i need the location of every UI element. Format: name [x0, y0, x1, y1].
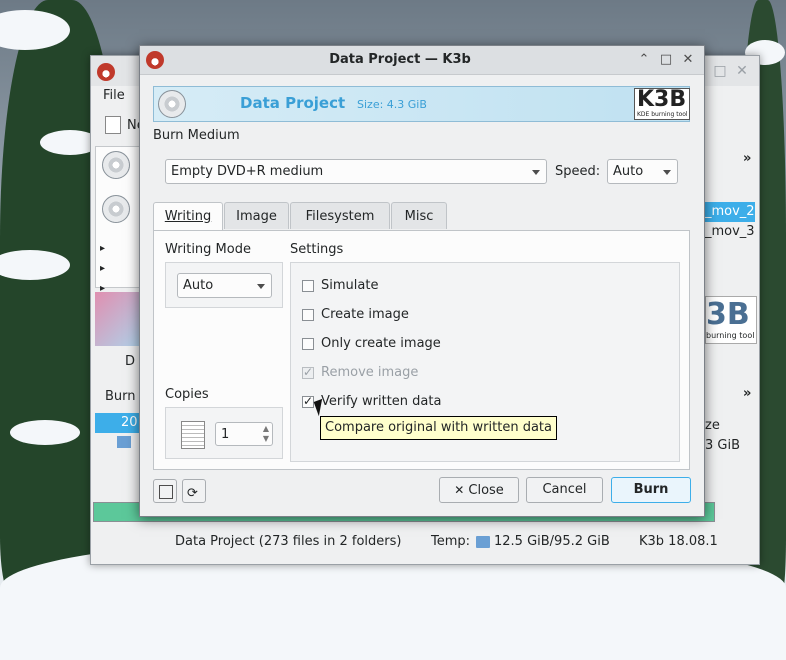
close-icon[interactable]: ✕	[735, 64, 749, 78]
writing-mode-combo[interactable]: Auto	[177, 273, 272, 298]
tab-image[interactable]: Image	[224, 202, 289, 229]
expand-arrow-icon[interactable]: ▸	[100, 263, 105, 274]
copies-value: 1	[221, 427, 230, 442]
option-only-create-image[interactable]: Only create image	[302, 335, 662, 355]
load-settings-button[interactable]: ⟳	[182, 479, 206, 503]
expand-arrow-icon[interactable]: ▸	[100, 243, 105, 254]
save-settings-button[interactable]	[153, 479, 177, 503]
folder-icon	[117, 436, 131, 448]
cancel-button[interactable]: Cancel	[526, 477, 603, 503]
close-icon[interactable]: ✕	[680, 52, 696, 68]
writing-mode-value: Auto	[183, 278, 214, 293]
k3b-banner-logo: K3B KDE burning tool	[634, 87, 690, 120]
k3b-logo: 3B burning tool	[705, 296, 757, 344]
copies-spinbox[interactable]: 1 ▲ ▼	[215, 422, 273, 446]
data-project-dialog: Data Project — K3b ⌃ □ ✕ Data Project Si…	[139, 45, 705, 517]
file-row-label: _mov_2	[705, 204, 755, 219]
status-temp-label: Temp:	[431, 534, 471, 549]
chevron-down-icon	[532, 169, 540, 175]
option-label: Remove image	[321, 365, 419, 380]
expand-toolbar-icon[interactable]: »	[743, 151, 751, 166]
keep-above-icon[interactable]: ⌃	[636, 52, 652, 68]
spin-down-icon[interactable]: ▼	[263, 434, 269, 443]
tab-bar: Writing Image Filesystem Misc	[153, 202, 690, 231]
project-thumbnail	[95, 292, 139, 346]
status-version: K3b 18.08.1	[639, 534, 718, 549]
speed-label: Speed:	[555, 164, 601, 179]
option-simulate[interactable]: Simulate	[302, 277, 662, 297]
copies-label: Copies	[165, 387, 209, 402]
tab-misc[interactable]: Misc	[391, 202, 447, 229]
project-list: ▸ ▸ ▸	[95, 146, 141, 294]
spin-up-icon[interactable]: ▲	[263, 424, 269, 433]
verify-tooltip: Compare original with written data	[320, 416, 557, 440]
maximize-icon[interactable]: □	[658, 52, 674, 68]
dialog-title: Data Project — K3b	[329, 52, 471, 67]
k3b-logo-icon	[97, 63, 115, 81]
maximize-icon[interactable]: □	[713, 64, 727, 78]
menu-file[interactable]: File	[103, 88, 125, 103]
disc-icon	[158, 90, 186, 118]
checkbox[interactable]	[302, 309, 314, 321]
file-row-selected[interactable]: _mov_2	[705, 202, 755, 222]
tab-writing[interactable]: Writing	[153, 202, 223, 231]
checkbox[interactable]	[302, 394, 314, 408]
copies-icon	[181, 421, 205, 449]
chevron-down-icon	[663, 169, 671, 175]
burn-button[interactable]: Burn	[611, 477, 691, 503]
size-cell: 3 GiB	[705, 438, 741, 453]
burn-medium-label: Burn Medium	[153, 128, 240, 143]
writing-mode-group: Auto	[165, 262, 283, 308]
new-project-icon[interactable]	[105, 116, 121, 134]
disc-icon	[102, 151, 130, 179]
file-row-label[interactable]: _mov_3	[705, 224, 755, 239]
speed-value: Auto	[613, 164, 644, 179]
reload-icon: ⟳	[187, 486, 198, 501]
option-label: Verify written data	[321, 394, 442, 409]
burn-label: Burn	[105, 389, 136, 404]
banner-size: Size: 4.3 GiB	[357, 98, 427, 111]
burn-medium-combo[interactable]: Empty DVD+R medium	[165, 159, 547, 184]
folder-icon	[476, 536, 490, 548]
checkbox[interactable]	[302, 280, 314, 292]
option-verify-written-data[interactable]: Verify written data	[302, 393, 662, 413]
list-item-label[interactable]: D	[125, 354, 135, 369]
tab-filesystem[interactable]: Filesystem	[290, 202, 390, 229]
option-remove-image: Remove image	[302, 364, 662, 384]
banner-title: Data Project	[240, 94, 346, 112]
expand-toolbar-icon[interactable]: »	[743, 386, 751, 401]
column-header-size[interactable]: ze	[705, 418, 720, 433]
tree-row-selected[interactable]: 201	[95, 413, 146, 433]
disc-icon	[102, 195, 130, 223]
option-label: Only create image	[321, 336, 441, 351]
status-project: Data Project (273 files in 2 folders)	[175, 534, 402, 549]
settings-label: Settings	[290, 242, 344, 257]
save-icon	[159, 485, 173, 499]
copies-group: 1 ▲ ▼	[165, 407, 283, 459]
checkbox[interactable]	[302, 338, 314, 350]
dialog-titlebar: Data Project — K3b ⌃ □ ✕	[140, 46, 704, 75]
close-icon: ✕	[454, 483, 465, 497]
burn-medium-value: Empty DVD+R medium	[171, 164, 324, 179]
speed-combo[interactable]: Auto	[607, 159, 678, 184]
project-banner: Data Project Size: 4.3 GiB K3B KDE burni…	[153, 86, 690, 122]
option-label: Simulate	[321, 278, 379, 293]
chevron-down-icon	[257, 283, 265, 289]
status-temp-value: 12.5 GiB/95.2 GiB	[494, 534, 610, 549]
option-create-image[interactable]: Create image	[302, 306, 662, 326]
option-label: Create image	[321, 307, 409, 322]
writing-mode-label: Writing Mode	[165, 242, 251, 257]
close-button[interactable]: ✕ Close	[439, 477, 519, 503]
checkbox	[302, 365, 314, 379]
